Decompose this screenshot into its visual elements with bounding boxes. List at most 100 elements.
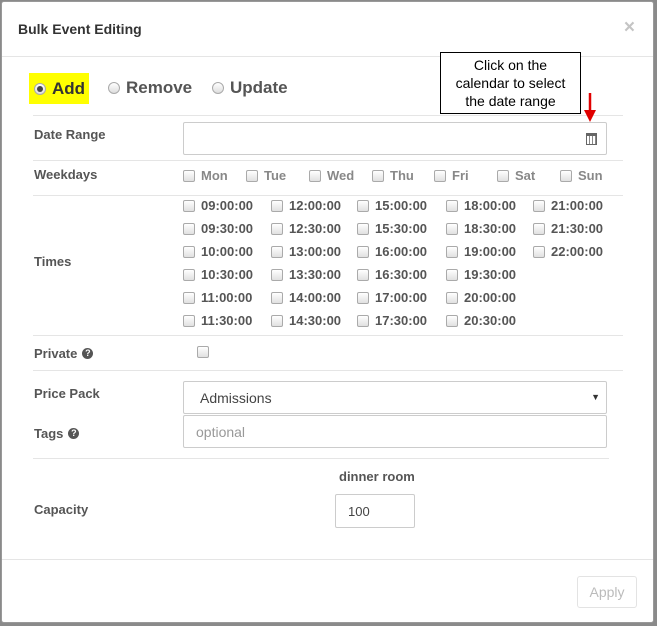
price-pack-select[interactable]: Admissions ▼ xyxy=(183,381,607,414)
checkbox-icon[interactable] xyxy=(357,199,369,212)
mode-add-label: Add xyxy=(52,78,86,98)
checkbox-icon[interactable] xyxy=(357,291,369,304)
capacity-input[interactable]: 100 xyxy=(335,494,415,528)
time-checkbox[interactable]: 11:00:00 xyxy=(183,290,252,305)
annotation-callout: Click on the calendar to select the date… xyxy=(440,52,581,114)
weekday-checkbox-wed[interactable]: Wed xyxy=(309,168,354,183)
weekday-checkbox-sun[interactable]: Sun xyxy=(560,168,603,183)
checkbox-icon[interactable] xyxy=(357,314,369,327)
weekday-checkbox-tue[interactable]: Tue xyxy=(246,168,286,183)
time-label: 20:30:00 xyxy=(464,313,517,328)
mode-update-radio[interactable]: Update xyxy=(212,73,288,103)
checkbox-icon[interactable] xyxy=(197,346,209,358)
time-label: 10:30:00 xyxy=(201,267,254,282)
weekday-checkbox-fri[interactable]: Fri xyxy=(434,168,469,183)
time-checkbox[interactable]: 20:00:00 xyxy=(446,290,516,305)
checkbox-icon[interactable] xyxy=(183,245,195,258)
time-checkbox[interactable]: 13:30:00 xyxy=(271,267,341,282)
checkbox-icon[interactable] xyxy=(271,222,283,235)
checkbox-icon[interactable] xyxy=(271,199,283,212)
time-checkbox[interactable]: 21:30:00 xyxy=(533,221,603,236)
checkbox-icon[interactable] xyxy=(446,268,458,281)
private-checkbox[interactable] xyxy=(197,346,209,358)
radio-selected-icon[interactable] xyxy=(34,82,46,95)
checkbox-icon[interactable] xyxy=(560,169,572,182)
time-checkbox[interactable]: 11:30:00 xyxy=(183,313,252,328)
calendar-icon[interactable] xyxy=(586,133,597,145)
radio-icon[interactable] xyxy=(108,82,120,94)
checkbox-icon[interactable] xyxy=(446,199,458,212)
time-checkbox[interactable]: 12:30:00 xyxy=(271,221,341,236)
checkbox-icon[interactable] xyxy=(271,291,283,304)
checkbox-icon[interactable] xyxy=(183,291,195,304)
time-checkbox[interactable]: 14:00:00 xyxy=(271,290,341,305)
checkbox-icon[interactable] xyxy=(271,268,283,281)
time-checkbox[interactable]: 10:00:00 xyxy=(183,244,253,259)
radio-icon[interactable] xyxy=(212,82,224,94)
time-checkbox[interactable]: 15:30:00 xyxy=(357,221,427,236)
question-circle-icon[interactable]: ? xyxy=(68,428,80,439)
tags-placeholder: optional xyxy=(196,424,246,440)
checkbox-icon[interactable] xyxy=(357,222,369,235)
checkbox-icon[interactable] xyxy=(434,169,446,182)
checkbox-icon[interactable] xyxy=(183,199,195,212)
checkbox-icon[interactable] xyxy=(533,199,545,212)
time-checkbox[interactable]: 19:30:00 xyxy=(446,267,516,282)
weekday-checkbox-thu[interactable]: Thu xyxy=(372,168,414,183)
time-checkbox[interactable]: 09:00:00 xyxy=(183,198,253,213)
checkbox-icon[interactable] xyxy=(446,245,458,258)
checkbox-icon[interactable] xyxy=(357,268,369,281)
date-range-input[interactable] xyxy=(183,122,607,155)
time-checkbox[interactable]: 16:30:00 xyxy=(357,267,427,282)
mode-add-radio[interactable]: Add xyxy=(29,73,90,104)
divider xyxy=(33,335,623,336)
checkbox-icon[interactable] xyxy=(183,169,195,182)
checkbox-icon[interactable] xyxy=(372,169,384,182)
checkbox-icon[interactable] xyxy=(533,245,545,258)
close-icon[interactable]: × xyxy=(624,17,635,39)
checkbox-icon[interactable] xyxy=(271,245,283,258)
apply-button[interactable]: Apply xyxy=(577,576,637,608)
time-checkbox[interactable]: 18:30:00 xyxy=(446,221,516,236)
time-checkbox[interactable]: 18:00:00 xyxy=(446,198,516,213)
time-checkbox[interactable]: 20:30:00 xyxy=(446,313,516,328)
checkbox-icon[interactable] xyxy=(497,169,509,182)
time-checkbox[interactable]: 15:00:00 xyxy=(357,198,427,213)
checkbox-icon[interactable] xyxy=(246,169,258,182)
time-checkbox[interactable]: 19:00:00 xyxy=(446,244,516,259)
checkbox-icon[interactable] xyxy=(271,314,283,327)
checkbox-icon[interactable] xyxy=(446,291,458,304)
question-circle-icon[interactable]: ? xyxy=(82,348,94,359)
time-checkbox[interactable]: 13:00:00 xyxy=(271,244,341,259)
time-checkbox[interactable]: 21:00:00 xyxy=(533,198,603,213)
checkbox-icon[interactable] xyxy=(183,268,195,281)
time-label: 11:30:00 xyxy=(201,313,253,328)
tags-input[interactable]: optional xyxy=(183,415,607,448)
time-checkbox[interactable]: 09:30:00 xyxy=(183,221,253,236)
caret-down-icon: ▼ xyxy=(591,392,600,402)
time-checkbox[interactable]: 17:00:00 xyxy=(357,290,427,305)
dialog-header: Bulk Event Editing × xyxy=(2,2,653,57)
time-checkbox[interactable]: 12:00:00 xyxy=(271,198,341,213)
weekday-checkbox-sat[interactable]: Sat xyxy=(497,168,535,183)
time-checkbox[interactable]: 10:30:00 xyxy=(183,267,253,282)
time-checkbox[interactable]: 16:00:00 xyxy=(357,244,427,259)
annotation-line: Click on the xyxy=(473,57,548,73)
checkbox-icon[interactable] xyxy=(309,169,321,182)
dialog-footer-divider xyxy=(2,559,653,560)
checkbox-icon[interactable] xyxy=(533,222,545,235)
time-checkbox[interactable]: 14:30:00 xyxy=(271,313,341,328)
checkbox-icon[interactable] xyxy=(446,314,458,327)
time-checkbox[interactable]: 22:00:00 xyxy=(533,244,603,259)
checkbox-icon[interactable] xyxy=(183,222,195,235)
checkbox-icon[interactable] xyxy=(183,314,195,327)
time-label: 18:30:00 xyxy=(464,221,517,236)
weekday-checkbox-mon[interactable]: Mon xyxy=(183,168,228,183)
mode-remove-radio[interactable]: Remove xyxy=(108,73,192,103)
time-label: 12:30:00 xyxy=(289,221,342,236)
time-label: 09:30:00 xyxy=(201,221,254,236)
checkbox-icon[interactable] xyxy=(446,222,458,235)
tags-label-text: Tags xyxy=(34,426,64,441)
checkbox-icon[interactable] xyxy=(357,245,369,258)
time-checkbox[interactable]: 17:30:00 xyxy=(357,313,427,328)
